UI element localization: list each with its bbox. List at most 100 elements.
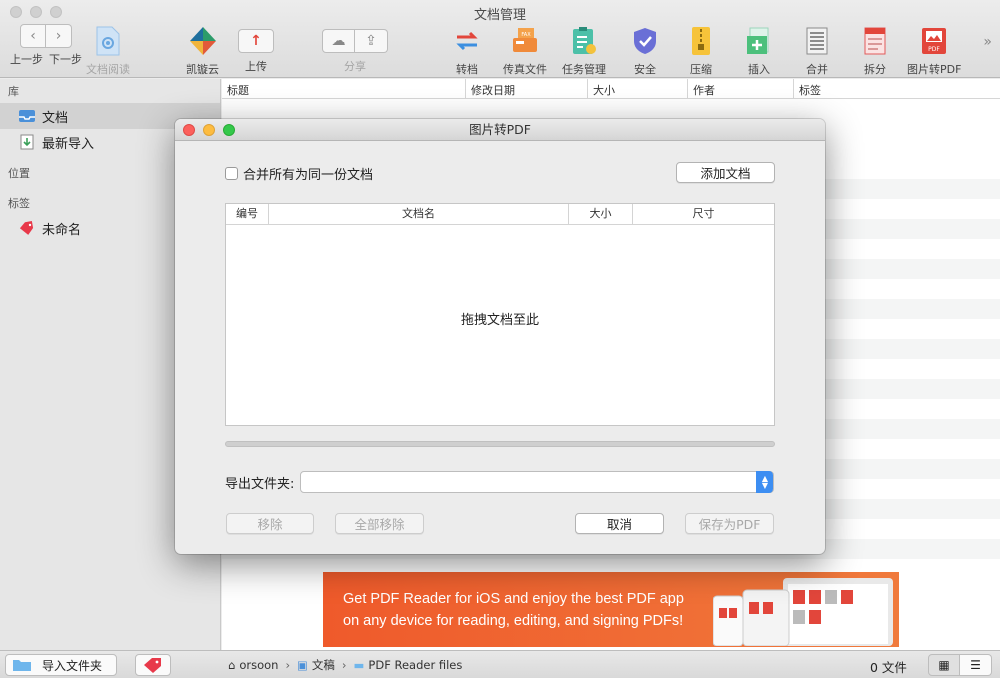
tool-label: 压缩 xyxy=(690,63,712,76)
forward-button[interactable]: › xyxy=(46,24,72,48)
file-count: 0 文件 xyxy=(870,660,907,675)
convert-icon xyxy=(452,24,482,58)
toolbar: 文档管理 ‹ › 上一步 下一步 文档阅读 凯镟云 ↑ 上传 ☁ ⇪ 分享 转档… xyxy=(0,0,1000,78)
ios-promo-banner[interactable]: Get PDF Reader for iOS and enjoy the bes… xyxy=(323,572,899,647)
sidebar-item-label: 文档 xyxy=(42,110,69,126)
tool-fax[interactable]: FAX 传真文件 xyxy=(503,24,547,77)
window-title: 文档管理 xyxy=(473,8,526,23)
updown-chevron-icon: ▲ ▼ xyxy=(756,471,774,493)
breadcrumb-item[interactable]: PDF Reader files xyxy=(368,658,462,672)
dialog-close-button[interactable] xyxy=(183,124,195,136)
breadcrumb-item[interactable]: orsoon xyxy=(239,658,278,672)
cancel-button[interactable]: 取消 xyxy=(575,513,664,534)
breadcrumb-item[interactable]: 文稿 xyxy=(312,657,335,673)
merge-checkbox-row[interactable]: 合并所有为同一份文档 xyxy=(225,164,373,183)
reader-button[interactable]: 文档阅读 xyxy=(86,24,130,77)
export-folder-select[interactable]: ▲ ▼ xyxy=(300,471,775,493)
tool-compress[interactable]: 压缩 xyxy=(686,24,716,77)
forward-label: 下一步 xyxy=(49,53,82,66)
add-document-button[interactable]: 添加文档 xyxy=(676,162,775,183)
svg-text:PDF: PDF xyxy=(928,46,940,53)
svg-text:FAX: FAX xyxy=(521,32,531,38)
devices-illustration xyxy=(713,578,893,646)
back-button[interactable]: ‹ xyxy=(20,24,46,48)
column-name[interactable]: 文档名 xyxy=(269,204,569,224)
back-label: 上一步 xyxy=(10,53,43,66)
merge-checkbox-label: 合并所有为同一份文档 xyxy=(243,168,374,183)
merge-checkbox[interactable] xyxy=(225,167,238,180)
table-header: 编号 文档名 大小 尺寸 xyxy=(226,204,774,225)
toolbar-overflow-button[interactable]: » xyxy=(983,34,992,50)
dialog-zoom-button[interactable] xyxy=(223,124,235,136)
column-size[interactable]: 大小 xyxy=(588,79,688,98)
tool-image-to-pdf[interactable]: PDF 图片转PDF xyxy=(907,24,961,77)
grid-view-button[interactable]: ▦ xyxy=(928,654,960,676)
column-dimensions[interactable]: 尺寸 xyxy=(633,204,774,224)
zip-icon xyxy=(686,24,716,58)
upload-button[interactable]: ↑ 上传 xyxy=(238,24,274,74)
chevron-right-icon: › xyxy=(341,658,347,672)
document-folder-icon: ▣ xyxy=(297,658,308,672)
column-number[interactable]: 编号 xyxy=(226,204,269,224)
tool-convert[interactable]: 转档 xyxy=(452,24,482,77)
import-folder-button[interactable]: 导入文件夹 xyxy=(5,654,117,676)
folder-icon: ▬ xyxy=(353,658,365,672)
banner-line-2: on any device for reading, editing, and … xyxy=(343,613,684,629)
task-icon xyxy=(569,24,599,58)
remove-all-button[interactable]: 全部移除 xyxy=(335,513,424,534)
conversion-progress-bar xyxy=(225,441,775,447)
split-icon xyxy=(860,24,890,58)
tool-split[interactable]: 拆分 xyxy=(860,24,890,77)
tag-icon xyxy=(143,657,163,673)
chevron-right-icon: › xyxy=(55,28,62,44)
tool-label: 传真文件 xyxy=(503,63,547,76)
chevron-right-icon: › xyxy=(285,658,291,672)
dialog-window-controls xyxy=(183,124,235,136)
tool-label: 转档 xyxy=(456,63,478,76)
remove-button[interactable]: 移除 xyxy=(226,513,314,534)
import-folder-label: 导入文件夹 xyxy=(42,658,103,673)
list-view-button[interactable]: ☰ xyxy=(960,654,992,676)
tool-label: 拆分 xyxy=(864,63,886,76)
tool-insert[interactable]: 插入 xyxy=(744,24,774,77)
column-author[interactable]: 作者 xyxy=(688,79,794,98)
tool-label: 图片转PDF xyxy=(907,63,962,76)
folder-icon xyxy=(12,658,32,672)
column-title[interactable]: 标题 xyxy=(222,79,466,98)
library-header: 库 xyxy=(8,85,19,98)
column-size[interactable]: 大小 xyxy=(569,204,633,224)
document-drop-table[interactable]: 编号 文档名 大小 尺寸 拖拽文档至此 xyxy=(225,203,775,426)
tool-merge[interactable]: 合并 xyxy=(802,24,832,77)
sidebar-item-label: 未命名 xyxy=(42,222,82,238)
chevron-left-icon: ‹ xyxy=(30,28,36,44)
list-icon: ☰ xyxy=(970,658,981,672)
cloud-share-button[interactable]: ☁ xyxy=(322,29,355,53)
column-tags[interactable]: 标签 xyxy=(794,79,1000,98)
image-to-pdf-dialog: 图片转PDF 合并所有为同一份文档 添加文档 编号 文档名 大小 尺寸 拖拽文档… xyxy=(175,119,825,554)
tool-label: 任务管理 xyxy=(562,63,606,76)
view-switcher: ▦ ☰ xyxy=(928,654,992,676)
cloud-button[interactable]: 凯镟云 xyxy=(186,24,219,77)
share-label: 分享 xyxy=(344,60,366,73)
share-icon: ⇪ xyxy=(365,33,377,49)
dialog-titlebar: 图片转PDF xyxy=(175,119,825,141)
insert-icon xyxy=(744,24,774,58)
tool-label: 安全 xyxy=(634,63,656,76)
share-button[interactable]: ⇪ xyxy=(355,29,388,53)
tool-security[interactable]: 安全 xyxy=(630,24,660,77)
grid-icon: ▦ xyxy=(938,658,950,672)
kdan-cloud-icon xyxy=(188,24,218,58)
drop-hint: 拖拽文档至此 xyxy=(460,313,539,328)
add-tag-button[interactable] xyxy=(135,654,171,676)
home-icon: ⌂ xyxy=(228,658,236,672)
export-folder-label: 导出文件夹: xyxy=(225,476,295,492)
column-modified[interactable]: 修改日期 xyxy=(466,79,588,98)
tag-icon xyxy=(18,220,36,236)
tool-task[interactable]: 任务管理 xyxy=(562,24,606,77)
breadcrumb: ⌂ orsoon › ▣ 文稿 › ▬ PDF Reader files xyxy=(228,657,462,673)
save-as-pdf-button[interactable]: 保存为PDF xyxy=(685,513,774,534)
image-to-pdf-icon: PDF xyxy=(919,24,949,58)
dialog-minimize-button[interactable] xyxy=(203,124,215,136)
export-folder-row: 导出文件夹: ▲ ▼ xyxy=(225,471,775,493)
sidebar-item-label: 最新导入 xyxy=(42,136,95,152)
